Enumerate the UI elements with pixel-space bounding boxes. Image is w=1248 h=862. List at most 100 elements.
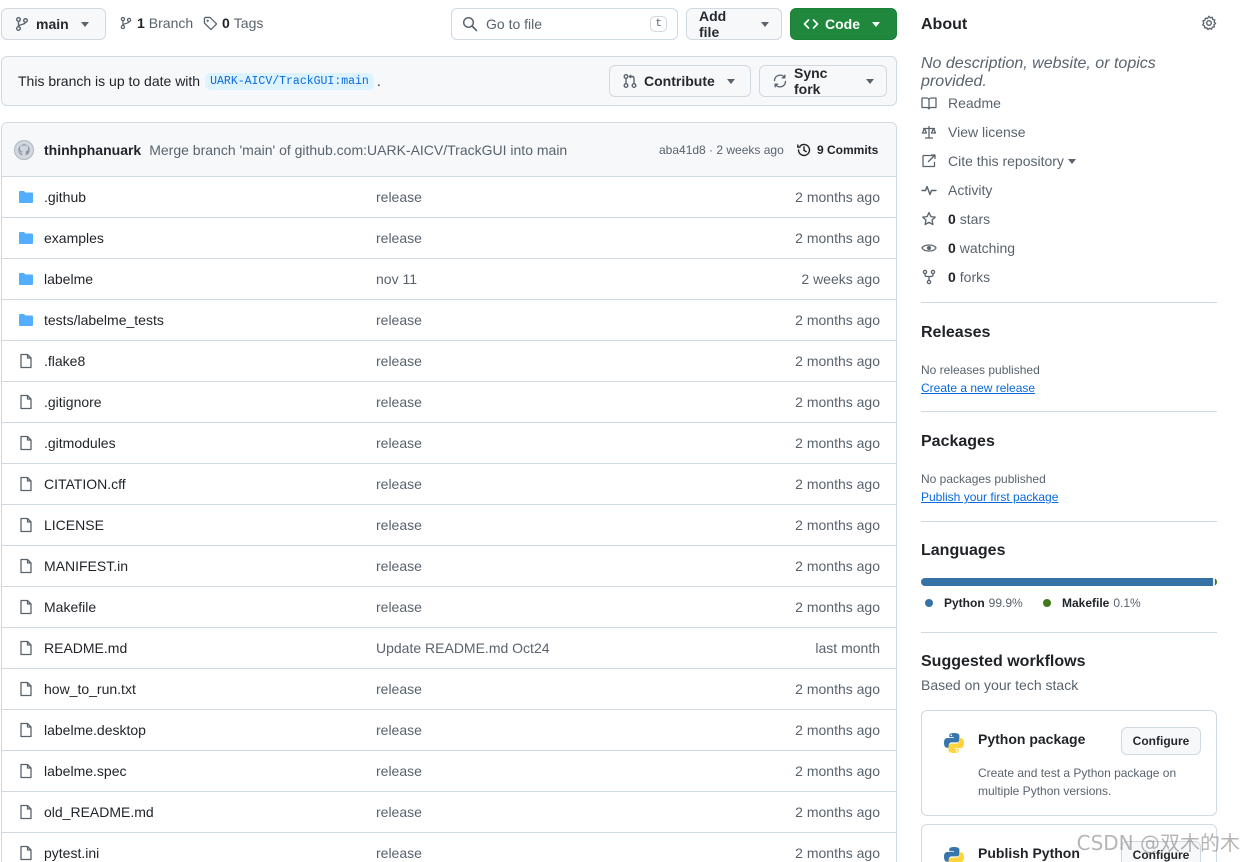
add-file-button[interactable]: Add file bbox=[686, 8, 782, 40]
file-name-link[interactable]: old_README.md bbox=[44, 804, 154, 820]
file-name-link[interactable]: examples bbox=[44, 230, 104, 246]
commit-sha-time[interactable]: aba41d8 · 2 weeks ago bbox=[659, 143, 784, 157]
file-commit-message-link[interactable]: release bbox=[376, 435, 422, 451]
activity-link[interactable]: Activity bbox=[921, 182, 992, 198]
file-commit-message-link[interactable]: release bbox=[376, 312, 422, 328]
file-row[interactable]: MANIFEST.in release 2 months ago bbox=[2, 546, 896, 587]
go-to-file-placeholder: Go to file bbox=[486, 16, 543, 32]
code-icon bbox=[803, 16, 819, 32]
file-commit-message-link[interactable]: nov 11 bbox=[376, 271, 417, 287]
history-icon bbox=[796, 142, 812, 158]
commit-message-link[interactable]: Merge branch 'main' of github.com:UARK-A… bbox=[149, 142, 567, 158]
file-row[interactable]: labelme nov 11 2 weeks ago bbox=[2, 259, 896, 300]
file-name-link[interactable]: Makefile bbox=[44, 599, 96, 615]
language-makefile[interactable]: Makefile 0.1% bbox=[1043, 596, 1141, 610]
file-row[interactable]: old_README.md release 2 months ago bbox=[2, 792, 896, 833]
file-row[interactable]: LICENSE release 2 months ago bbox=[2, 505, 896, 546]
gear-icon[interactable] bbox=[1201, 15, 1217, 31]
create-release-link[interactable]: Create a new release bbox=[921, 381, 1035, 395]
packages-heading[interactable]: Packages bbox=[921, 433, 995, 451]
license-link[interactable]: View license bbox=[921, 124, 1026, 140]
file-row[interactable]: .gitignore release 2 months ago bbox=[2, 382, 896, 423]
file-row[interactable]: .gitmodules release 2 months ago bbox=[2, 423, 896, 464]
avatar[interactable] bbox=[14, 139, 34, 160]
upstream-ref-link[interactable]: UARK-AICV/TrackGUI:main bbox=[205, 72, 374, 90]
file-name-link[interactable]: .flake8 bbox=[44, 353, 85, 369]
configure-button[interactable]: Configure bbox=[1121, 727, 1201, 755]
workflow-name[interactable]: Python package bbox=[978, 731, 1085, 747]
file-commit-message-link[interactable]: release bbox=[376, 599, 422, 615]
file-row[interactable]: pytest.ini release 2 months ago bbox=[2, 833, 896, 862]
file-commit-message-link[interactable]: release bbox=[376, 558, 422, 574]
file-commit-message-link[interactable]: release bbox=[376, 476, 422, 492]
file-name-link[interactable]: labelme.desktop bbox=[44, 722, 146, 738]
file-row[interactable]: .github release 2 months ago bbox=[2, 177, 896, 218]
file-row[interactable]: CITATION.cff release 2 months ago bbox=[2, 464, 896, 505]
python-logo-icon bbox=[942, 845, 966, 862]
language-percent: 0.1% bbox=[1113, 596, 1141, 610]
forks-link[interactable]: 0 forks bbox=[921, 269, 990, 285]
readme-label: Readme bbox=[948, 95, 1001, 111]
file-commit-message-link[interactable]: release bbox=[376, 230, 422, 246]
releases-heading[interactable]: Releases bbox=[921, 324, 990, 342]
file-name-link[interactable]: CITATION.cff bbox=[44, 476, 126, 492]
file-name-link[interactable]: how_to_run.txt bbox=[44, 681, 136, 697]
file-row[interactable]: README.md Update README.md Oct24 last mont… bbox=[2, 628, 896, 669]
file-commit-message-link[interactable]: release bbox=[376, 722, 422, 738]
tags-label: Tags bbox=[233, 15, 264, 31]
file-row[interactable]: examples release 2 months ago bbox=[2, 218, 896, 259]
file-icon bbox=[18, 394, 34, 410]
file-commit-message-link[interactable]: release bbox=[376, 845, 422, 861]
file-commit-message-link[interactable]: release bbox=[376, 394, 422, 410]
sync-fork-button[interactable]: Sync fork bbox=[759, 65, 887, 97]
publish-package-link[interactable]: Publish your first package bbox=[921, 490, 1058, 504]
workflow-card: Python package Create and test a Python … bbox=[921, 710, 1217, 816]
branches-link[interactable]: 1 Branch bbox=[119, 15, 193, 31]
contribute-button[interactable]: Contribute bbox=[609, 65, 751, 97]
file-commit-date: 2 months ago bbox=[795, 804, 880, 820]
file-row[interactable]: labelme.spec release 2 months ago bbox=[2, 751, 896, 792]
file-name-link[interactable]: labelme.spec bbox=[44, 763, 127, 779]
file-name-link[interactable]: MANIFEST.in bbox=[44, 558, 128, 574]
file-name-link[interactable]: README.md bbox=[44, 640, 127, 656]
file-commit-message-link[interactable]: release bbox=[376, 353, 422, 369]
code-button[interactable]: Code bbox=[790, 8, 897, 40]
go-to-file-input[interactable]: Go to file t bbox=[451, 8, 678, 40]
file-commit-message-link[interactable]: release bbox=[376, 681, 422, 697]
file-commit-message-link[interactable]: release bbox=[376, 517, 422, 533]
divider bbox=[921, 521, 1217, 522]
branch-selector-button[interactable]: main bbox=[1, 8, 106, 40]
folder-icon bbox=[18, 312, 34, 328]
file-name-link[interactable]: tests/labelme_tests bbox=[44, 312, 164, 328]
commit-author-link[interactable]: thinhphanuark bbox=[44, 142, 141, 158]
file-row[interactable]: labelme.desktop release 2 months ago bbox=[2, 710, 896, 751]
workflow-name[interactable]: Publish Python bbox=[978, 845, 1080, 861]
file-name-link[interactable]: labelme bbox=[44, 271, 93, 287]
stars-label: stars bbox=[959, 211, 991, 227]
search-icon bbox=[462, 16, 478, 32]
file-name-link[interactable]: pytest.ini bbox=[44, 845, 99, 861]
file-row[interactable]: tests/labelme_tests release 2 months ago bbox=[2, 300, 896, 341]
file-name-link[interactable]: .github bbox=[44, 189, 86, 205]
tags-link[interactable]: 0 Tags bbox=[203, 15, 263, 31]
file-row[interactable]: how_to_run.txt release 2 months ago bbox=[2, 669, 896, 710]
file-name-link[interactable]: LICENSE bbox=[44, 517, 104, 533]
file-row[interactable]: .flake8 release 2 months ago bbox=[2, 341, 896, 382]
workflows-subtitle: Based on your tech stack bbox=[921, 677, 1079, 693]
file-commit-date: last month bbox=[815, 640, 880, 656]
chevron-down-icon bbox=[80, 21, 89, 27]
file-name-link[interactable]: .gitignore bbox=[44, 394, 102, 410]
readme-link[interactable]: Readme bbox=[921, 95, 1001, 111]
file-row[interactable]: Makefile release 2 months ago bbox=[2, 587, 896, 628]
file-commit-message-link[interactable]: release bbox=[376, 804, 422, 820]
file-commit-message-link[interactable]: Update README.md Oct24 bbox=[376, 640, 550, 656]
watermark: CSDN @双木的木 bbox=[1076, 831, 1240, 855]
cite-repository-link[interactable]: Cite this repository bbox=[921, 153, 1076, 169]
file-commit-message-link[interactable]: release bbox=[376, 763, 422, 779]
watching-link[interactable]: 0 watching bbox=[921, 240, 1015, 256]
file-name-link[interactable]: .gitmodules bbox=[44, 435, 116, 451]
stars-link[interactable]: 0 stars bbox=[921, 211, 990, 227]
language-python[interactable]: Python 99.9% bbox=[925, 596, 1023, 610]
commits-history-link[interactable]: 9 Commits bbox=[796, 142, 878, 158]
file-commit-message-link[interactable]: release bbox=[376, 189, 422, 205]
